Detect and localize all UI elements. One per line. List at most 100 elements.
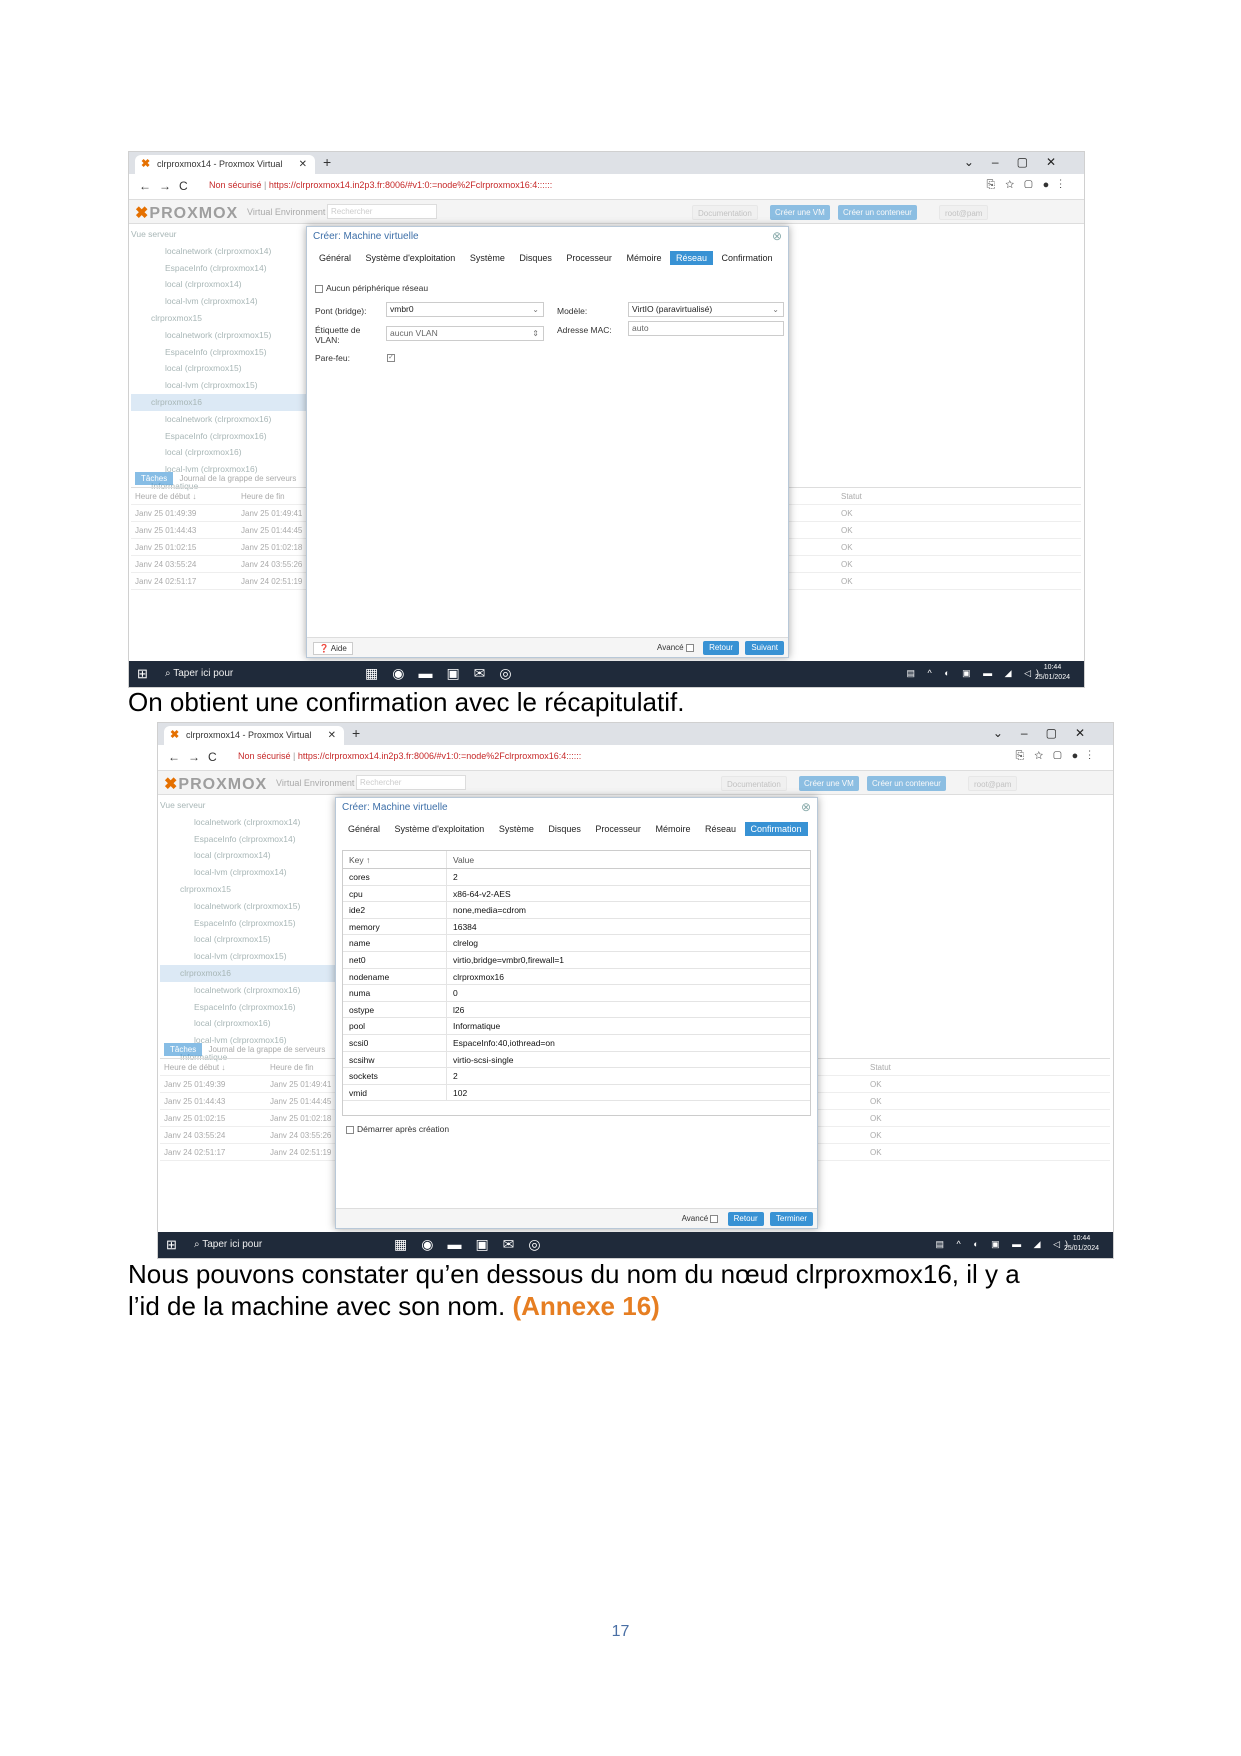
documentation-button[interactable]: Documentation [721,776,787,791]
system-tray[interactable]: ▤ ^ ◐ ▣ ▬ ◢ ◁) [906,668,1044,679]
table-row[interactable]: scsihw virtio-scsi-single [343,1051,810,1069]
nav-buttons[interactable]: ←→C [168,750,225,764]
table-row[interactable]: nodename clrproxmox16 [343,968,810,986]
nav-buttons[interactable]: ←→C [139,179,196,193]
tree-item[interactable]: local-lvm (clrproxmox15) [131,377,331,394]
cluster-log-tab[interactable]: Journal de la grappe de serveurs [179,474,296,483]
tree-item[interactable]: EspaceInfo (clrproxmox15) [160,915,360,932]
close-icon[interactable]: ⊗ [772,229,782,243]
tree-item[interactable]: local (clrproxmox14) [131,276,331,293]
model-select[interactable]: VirtIO (paravirtualisé) ⌄ [628,302,784,317]
table-row[interactable]: vmid 102 [343,1084,810,1102]
tree-item[interactable]: local (clrproxmox16) [160,1015,360,1032]
taskbar-apps[interactable]: ▦◉▬▣✉◎ [394,1236,555,1253]
tree-node[interactable]: clrproxmox15 [131,310,331,327]
table-row[interactable]: ide2 none,media=cdrom [343,902,810,919]
tab-cpu[interactable]: Processeur [560,251,618,265]
no-network-checkbox[interactable]: Aucun périphérique réseau [315,283,428,293]
tree-item[interactable]: EspaceInfo (clrproxmox15) [131,344,331,361]
vlan-spinner[interactable]: aucun VLAN ⇕ [386,326,544,341]
tab-os[interactable]: Système d'exploitation [360,251,462,265]
taskbar-clock[interactable]: 10:44 25/01/2024 [1064,1234,1099,1254]
tree-item[interactable]: localnetwork (clrproxmox16) [131,411,331,428]
col-status[interactable]: Statut [841,488,862,505]
table-row[interactable]: sockets 2 [343,1068,810,1085]
tree-item[interactable]: local-lvm (clrproxmox14) [131,293,331,310]
table-row[interactable]: pool Informatique [343,1018,810,1035]
taskbar-search[interactable]: ⌕ Taper ici pour [165,668,233,679]
taskbar-clock[interactable]: 10:44 25/01/2024 [1035,663,1070,683]
url-field[interactable]: Non sécurisé | https://clrproxmox14.in2p… [238,751,581,761]
table-row[interactable]: memory 16384 [343,918,810,936]
next-button[interactable]: Suivant [745,641,784,655]
browser-toolbar-icons[interactable]: ⎘☆▢●⋮ [1015,750,1101,763]
tab-disks[interactable]: Disques [513,251,558,265]
col-start[interactable]: Heure de début ↓ [160,1059,270,1076]
cluster-log-tab[interactable]: Journal de la grappe de serveurs [208,1045,325,1054]
tree-item[interactable]: EspaceInfo (clrproxmox16) [160,999,360,1016]
new-tab-icon[interactable]: + [352,725,360,741]
window-controls[interactable]: ⌄–▢✕ [993,726,1103,740]
tab-general[interactable]: Général [342,822,386,836]
tree-item[interactable]: local (clrproxmox15) [160,931,360,948]
pve-search-input[interactable]: Rechercher [356,775,466,790]
table-row[interactable]: scsi0 EspaceInfo:40,iothread=on [343,1034,810,1052]
tree-item[interactable]: EspaceInfo (clrproxmox14) [160,831,360,848]
windows-start-icon[interactable]: ⊞ [166,1237,177,1253]
tree-item[interactable]: local (clrproxmox16) [131,444,331,461]
browser-tab[interactable]: ✖ clrproxmox14 - Proxmox Virtual ✕ [135,155,315,174]
tree-node[interactable]: clrproxmox15 [160,881,360,898]
tab-memory[interactable]: Mémoire [620,251,667,265]
tasks-tab[interactable]: Tâches [164,1043,203,1056]
close-icon[interactable]: ⊗ [801,800,811,814]
windows-start-icon[interactable]: ⊞ [137,666,148,682]
tree-item[interactable]: localnetwork (clrproxmox15) [160,898,360,915]
table-row[interactable]: name clrelog [343,935,810,952]
table-row[interactable]: cpu x86-64-v2-AES [343,885,810,903]
url-field[interactable]: Non sécurisé | https://clrproxmox14.in2p… [209,180,552,190]
window-controls[interactable]: ⌄–▢✕ [964,155,1074,169]
tasks-tab[interactable]: Tâches [135,472,174,485]
tree-item[interactable]: EspaceInfo (clrproxmox14) [131,260,331,277]
tree-item[interactable]: localnetwork (clrproxmox14) [160,814,360,831]
col-start[interactable]: Heure de début ↓ [131,488,241,505]
create-ct-button[interactable]: Créer un conteneur [838,205,917,220]
tree-item[interactable]: local-lvm (clrproxmox15) [160,948,360,965]
taskbar-apps[interactable]: ▦◉▬▣✉◎ [365,665,526,682]
table-row[interactable]: ostype l26 [343,1001,810,1019]
finish-button[interactable]: Terminer [769,1212,813,1226]
tab-cpu[interactable]: Processeur [589,822,647,836]
tab-confirmation[interactable]: Confirmation [716,251,779,265]
tree-item[interactable]: localnetwork (clrproxmox16) [160,982,360,999]
tab-confirmation[interactable]: Confirmation [744,822,808,836]
table-row[interactable]: net0 virtio,bridge=vmbr0,firewall=1 [343,951,810,969]
mac-input[interactable]: auto [628,321,784,336]
tab-system[interactable]: Système [464,251,511,265]
bridge-select[interactable]: vmbr0 ⌄ [386,302,544,317]
user-menu-button[interactable]: root@pam [939,205,989,220]
tree-item[interactable]: local (clrproxmox15) [131,360,331,377]
pve-search-input[interactable]: Rechercher [327,204,437,219]
advanced-checkbox[interactable] [710,1214,719,1223]
table-row[interactable]: numa 0 [343,985,810,1002]
tab-network[interactable]: Réseau [699,822,742,836]
advanced-checkbox[interactable] [685,643,694,652]
col-status[interactable]: Statut [870,1059,891,1076]
back-button[interactable]: Retour [727,1212,764,1226]
tree-item[interactable]: local-lvm (clrproxmox14) [160,864,360,881]
table-row[interactable]: cores 2 [343,869,810,886]
firewall-checkbox[interactable]: ✓ [387,354,395,362]
taskbar-search[interactable]: ⌕ Taper ici pour [194,1239,262,1250]
tree-item[interactable]: local (clrproxmox14) [160,847,360,864]
tab-general[interactable]: Général [313,251,357,265]
tab-system[interactable]: Système [493,822,540,836]
create-vm-button[interactable]: Créer une VM [770,205,830,220]
user-menu-button[interactable]: root@pam [968,776,1018,791]
col-key[interactable]: Key ↑ [343,851,447,868]
tree-item[interactable]: EspaceInfo (clrproxmox16) [131,428,331,445]
help-button[interactable]: ❓ Aide [313,642,353,655]
close-tab-icon[interactable]: ✕ [328,726,336,745]
browser-tab[interactable]: ✖ clrproxmox14 - Proxmox Virtual ✕ [164,726,344,745]
close-tab-icon[interactable]: ✕ [299,155,307,174]
tree-node-selected[interactable]: clrproxmox16 [160,964,360,982]
